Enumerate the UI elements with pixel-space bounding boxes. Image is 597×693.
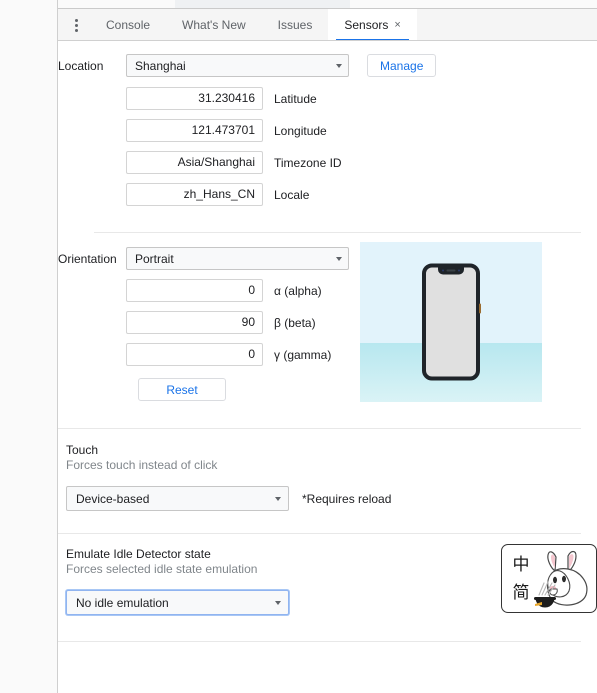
orientation-preview <box>360 242 542 402</box>
gamma-input[interactable]: 0 <box>126 343 263 366</box>
location-label: Location <box>58 58 104 73</box>
drawer-tabbar: Console What's New Issues Sensors × <box>58 9 597 41</box>
longitude-row: 121.473701 Longitude <box>58 119 597 142</box>
divider-bottom <box>58 641 581 642</box>
touch-reload-note: *Requires reload <box>302 491 392 506</box>
orientation-section: Orientation Portrait 0 α (alpha) 90 β (b… <box>58 233 597 402</box>
locale-label: Locale <box>274 187 310 202</box>
location-preset-row: Location Shanghai Manage <box>58 54 597 77</box>
upper-tabstrip-sliver <box>0 0 597 8</box>
tab-console-label: Console <box>106 18 151 32</box>
kebab-menu-icon[interactable] <box>62 9 90 41</box>
idle-select[interactable]: No idle emulation <box>66 590 289 615</box>
touch-section: Touch Forces touch instead of click Devi… <box>58 429 597 511</box>
latitude-input[interactable]: 31.230416 <box>126 87 263 110</box>
alpha-input[interactable]: 0 <box>126 279 263 302</box>
latitude-label: Latitude <box>274 91 317 106</box>
upper-tabstrip-active-tab <box>175 0 350 8</box>
tab-whats-new-label: What's New <box>182 18 246 32</box>
left-gutter <box>0 0 58 693</box>
phone-camera-left-icon <box>442 269 444 271</box>
touch-select[interactable]: Device-based <box>66 486 289 511</box>
orientation-label: Orientation <box>58 251 117 266</box>
alpha-label: α (alpha) <box>274 283 322 298</box>
touch-control-row: Device-based *Requires reload <box>66 486 597 511</box>
timezone-row: Asia/Shanghai Timezone ID <box>58 151 597 174</box>
tab-sensors-label: Sensors <box>344 18 389 32</box>
orientation-preset-select[interactable]: Portrait <box>126 247 349 270</box>
locale-input[interactable]: zh_Hans_CN <box>126 183 263 206</box>
chevron-down-icon <box>275 600 281 605</box>
tab-issues-label: Issues <box>277 18 313 32</box>
location-section: Location Shanghai Manage 31.230416 Latit… <box>58 41 597 206</box>
chevron-down-icon <box>336 256 342 261</box>
latitude-row: 31.230416 Latitude <box>58 87 597 110</box>
ime-rabbit-mascot-icon <box>534 550 588 608</box>
beta-input[interactable]: 90 <box>126 311 263 334</box>
tab-sensors[interactable]: Sensors × <box>328 9 417 41</box>
phone-mockup <box>422 263 481 381</box>
tab-issues[interactable]: Issues <box>262 9 329 41</box>
tab-whats-new[interactable]: What's New <box>166 9 262 41</box>
touch-description: Forces touch instead of click <box>66 458 218 472</box>
chevron-down-icon <box>275 496 281 501</box>
timezone-id-input[interactable]: Asia/Shanghai <box>126 151 263 174</box>
beta-label: β (beta) <box>274 315 316 330</box>
location-preset-select[interactable]: Shanghai <box>126 54 349 77</box>
touch-title: Touch <box>66 443 99 457</box>
locale-row: zh_Hans_CN Locale <box>58 183 597 206</box>
phone-camera-right-icon <box>458 269 460 271</box>
phone-speaker-icon <box>446 269 456 271</box>
devtools-sensors-panel: Console What's New Issues Sensors × Loca… <box>0 0 597 693</box>
chevron-down-icon <box>336 63 342 68</box>
timezone-id-label: Timezone ID <box>274 155 342 170</box>
phone-notch <box>438 266 464 275</box>
phone-side-button <box>479 303 481 314</box>
reset-button[interactable]: Reset <box>138 378 226 401</box>
ime-floating-toolbar[interactable]: 中 简 <box>501 544 597 613</box>
tab-console[interactable]: Console <box>90 9 166 41</box>
manage-button[interactable]: Manage <box>367 54 437 77</box>
orientation-preset-value: Portrait <box>135 251 174 266</box>
longitude-input[interactable]: 121.473701 <box>126 119 263 142</box>
idle-select-value: No idle emulation <box>76 595 169 610</box>
gamma-label: γ (gamma) <box>274 347 332 362</box>
location-preset-value: Shanghai <box>135 58 186 73</box>
close-icon[interactable]: × <box>394 19 400 31</box>
longitude-label: Longitude <box>274 123 327 138</box>
touch-select-value: Device-based <box>76 491 150 506</box>
